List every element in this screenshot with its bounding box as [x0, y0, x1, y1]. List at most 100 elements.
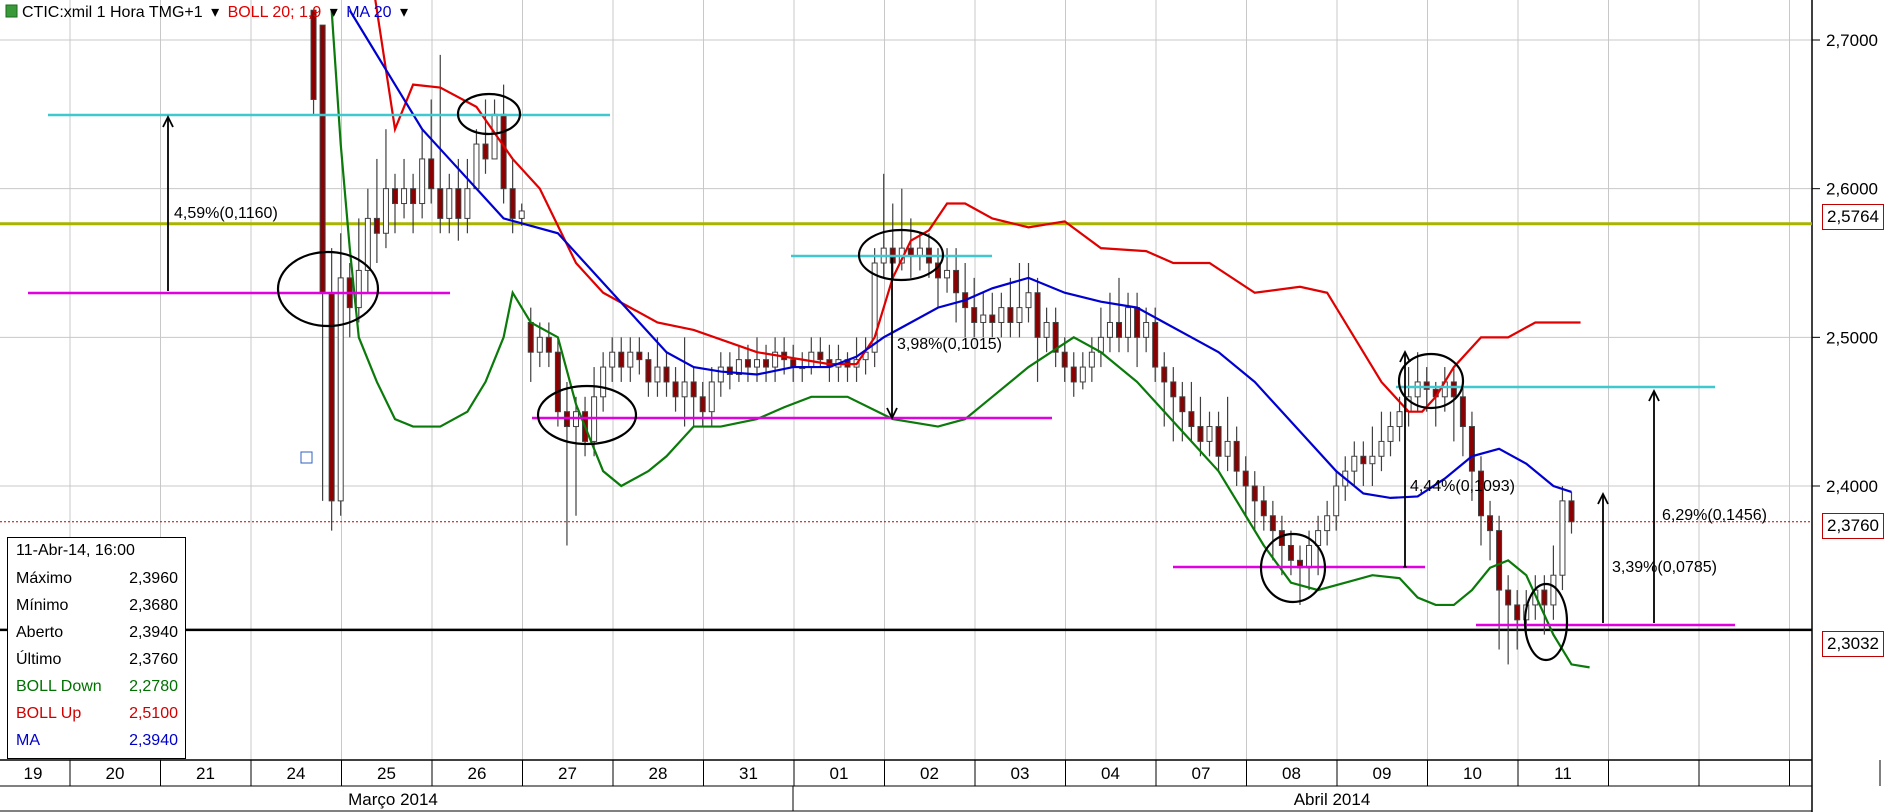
candle-body: [1088, 351, 1095, 368]
candle-body: [1061, 351, 1068, 368]
candle-body: [419, 158, 426, 205]
y-tick-label: 2,6000: [1826, 180, 1878, 199]
x-tick-label: 09: [1373, 764, 1392, 783]
x-tick-label: 01: [830, 764, 849, 783]
x-tick-label: 04: [1101, 764, 1120, 783]
candle-body: [446, 188, 453, 219]
x-month-label: Março 2014: [348, 790, 438, 809]
info-value: 2,3940: [129, 624, 178, 641]
candle-body: [1079, 366, 1086, 383]
info-row-boll-down: BOLL Down 2,2780: [16, 678, 178, 702]
candle-body: [355, 269, 362, 309]
info-label: BOLL Down: [16, 678, 102, 695]
x-tick-label: 21: [196, 764, 215, 783]
y-tick-label: 2,7000: [1826, 31, 1878, 50]
candle-body: [1260, 500, 1267, 517]
candle-body: [1242, 470, 1249, 487]
candle-body: [1387, 426, 1394, 442]
candle-body: [428, 158, 435, 190]
ma-legend[interactable]: MA 20: [346, 4, 391, 21]
candle-body: [1414, 381, 1421, 398]
candle-body: [690, 381, 697, 398]
candle-body: [518, 210, 525, 219]
level-price-label: 2,5764: [1822, 204, 1884, 230]
candle-body: [1007, 307, 1014, 323]
candle-body: [1070, 366, 1077, 383]
candle-body: [1369, 455, 1376, 465]
price-chart[interactable]: 2,4000 2,5000 2,6000 2,7000 19 20 21 24 25 26 27 28…: [0, 0, 1889, 812]
candle-body: [482, 143, 489, 160]
candle-body: [1152, 321, 1159, 368]
chart-type-icon[interactable]: [5, 4, 18, 18]
candle-body: [1025, 292, 1032, 309]
chart-symbol-label[interactable]: CTIC:xmil 1 Hora TMG+1: [22, 4, 203, 21]
candle-body: [708, 381, 715, 413]
candle-body: [808, 351, 815, 368]
info-row-boll-up: BOLL Up 2,5100: [16, 705, 178, 729]
info-label: Aberto: [16, 624, 64, 641]
circle-annotation[interactable]: [276, 250, 380, 328]
candle-body: [382, 188, 389, 234]
candle-body: [1215, 426, 1222, 457]
candle-body: [373, 217, 380, 234]
x-tick-label: 02: [920, 764, 939, 783]
candle-body: [1143, 321, 1150, 338]
event-marker-icon[interactable]: [300, 451, 313, 464]
y-tick-label: 2,4000: [1826, 477, 1878, 496]
info-value: 2,3760: [129, 651, 178, 668]
candle-body: [618, 351, 625, 368]
annotation-measure-3: 4,44%(0,1093): [1410, 478, 1515, 495]
candle-body: [1125, 307, 1132, 338]
x-tick-label: 07: [1192, 764, 1211, 783]
candle-body: [1468, 426, 1475, 472]
ma-line[interactable]: [348, 9, 1572, 500]
info-row-max: Máximo 2,3960: [16, 570, 178, 594]
x-tick-label: 11: [1554, 764, 1572, 783]
x-tick-label: 31: [739, 764, 758, 783]
candle-body: [1496, 530, 1503, 591]
annotation-measure-5: 3,39%(0,0785): [1612, 559, 1717, 576]
candle-body: [790, 359, 797, 368]
candle-body: [1306, 544, 1313, 569]
boll-legend[interactable]: BOLL 20; 1,9: [228, 4, 322, 21]
info-row-last: Último 2,3760: [16, 651, 178, 675]
info-row-open: Aberto 2,3940: [16, 624, 178, 648]
candle-body: [1179, 396, 1186, 413]
candle-body: [1287, 544, 1294, 561]
y-tick-label: 2,5000: [1826, 328, 1878, 347]
candle-body: [310, 9, 317, 100]
crosshair-info-box: 11-Abr-14, 16:00 Máximo 2,3960 Mínimo 2,36…: [7, 537, 186, 759]
candle-body: [500, 113, 507, 190]
x-tick-label: 27: [558, 764, 577, 783]
candle-body: [944, 269, 951, 279]
candle-body: [527, 321, 534, 353]
info-value: 2,5100: [129, 705, 178, 722]
header-dropdown-3[interactable]: ▾: [400, 4, 408, 21]
candle-body: [473, 143, 480, 190]
candle-body: [817, 351, 824, 361]
header-dropdown-2[interactable]: ▾: [330, 4, 338, 21]
annotation-measure-2: 3,98%(0,1015): [897, 336, 1002, 353]
candle-body: [681, 381, 688, 398]
header-dropdown-1[interactable]: ▾: [211, 4, 219, 21]
info-row-ma: MA 2,3940: [16, 732, 178, 756]
candle-body: [464, 188, 471, 219]
x-tick-label: 24: [287, 764, 306, 783]
candle-body: [1251, 485, 1258, 502]
candle-body: [663, 366, 670, 383]
candle-body: [744, 359, 751, 368]
candle-body: [1106, 321, 1113, 338]
candle-body: [1324, 515, 1331, 532]
candle-body: [1550, 574, 1557, 606]
candle-body: [1269, 515, 1276, 532]
candle-body: [754, 359, 760, 368]
candle-body: [1541, 589, 1548, 606]
x-tick-label: 25: [377, 764, 396, 783]
candle-body: [1333, 485, 1340, 517]
candle-body: [1224, 440, 1231, 457]
candle-body: [1161, 366, 1168, 383]
x-tick-label: 10: [1463, 764, 1482, 783]
candle-body: [1188, 411, 1195, 428]
info-label: Máximo: [16, 570, 73, 587]
candle-body: [980, 314, 987, 323]
